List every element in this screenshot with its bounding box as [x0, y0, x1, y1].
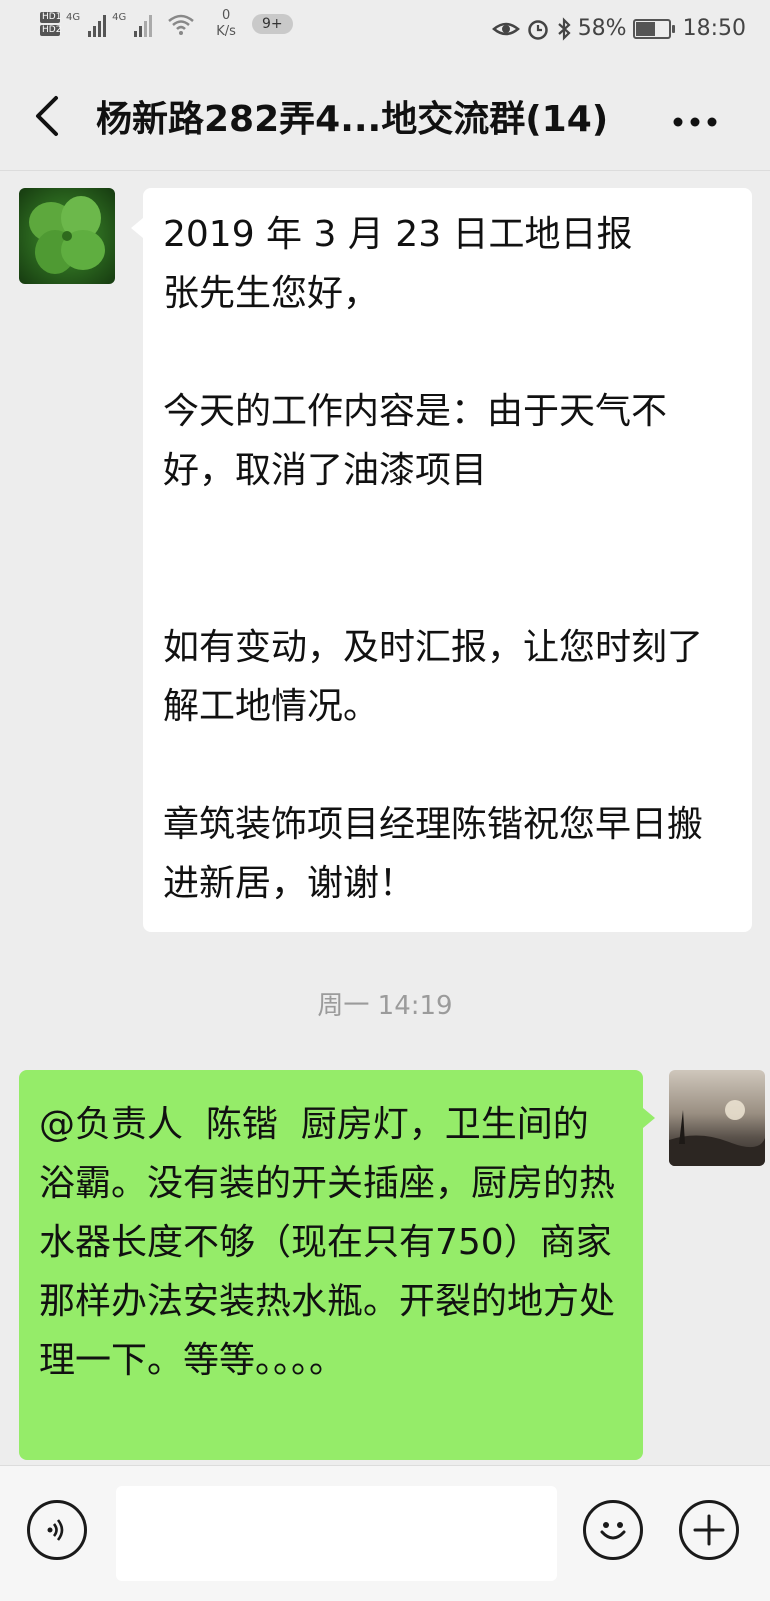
wifi-icon [168, 14, 195, 35]
status-bar: HD1 HD2 4G 4G 0 K/s 9+ 58% 18:50 [0, 0, 770, 60]
net-speed: 0 K/s [216, 8, 236, 40]
eye-icon [491, 22, 520, 35]
emoji-icon [600, 1522, 626, 1540]
hd2-indicator: HD2 [40, 25, 62, 36]
signal1-icon [88, 11, 107, 37]
message-bubble-sent[interactable]: @负责人 陈锴 厨房灯，卫生间的浴霸。没有装的开关插座，厨房的热水器长度不够（现… [19, 1070, 655, 1460]
battery-icon [632, 18, 675, 39]
back-chevron-icon [36, 96, 58, 136]
message-input[interactable] [116, 1486, 557, 1581]
hd-indicators: HD1 HD2 [40, 12, 62, 36]
message-timestamp: 周一 14:19 [317, 991, 453, 1021]
plus-button[interactable] [679, 1500, 739, 1560]
net-speed-value: 0 [221, 8, 231, 23]
plus-icon [693, 1514, 725, 1546]
notification-badge: 9+ [251, 14, 293, 34]
voice-button[interactable] [27, 1500, 87, 1560]
clover-avatar-image [29, 196, 105, 274]
net-speed-unit: K/s [216, 24, 236, 39]
bluetooth-icon [557, 16, 571, 41]
alarm-icon [527, 19, 548, 40]
message-bubble-received[interactable]: 2019 年 3 月 23 日工地日报 张先生您好， 今天的工作内容是：由于天气… [131, 188, 752, 932]
clock-time: 18:50 [682, 16, 746, 41]
back-button[interactable] [28, 90, 68, 140]
more-button[interactable] [672, 96, 718, 137]
signal1-label: 4G [66, 11, 81, 23]
battery-percent: 58% [577, 16, 627, 41]
sender-avatar[interactable] [19, 188, 115, 284]
emoji-button[interactable] [583, 1500, 643, 1560]
hd1-indicator: HD1 [40, 12, 62, 23]
voice-icon [47, 1519, 64, 1541]
signal2-label: 4G [112, 11, 127, 23]
landscape-avatar-image [669, 1100, 765, 1166]
status-right: 58% 18:50 [491, 16, 746, 41]
self-avatar[interactable] [669, 1070, 765, 1166]
signal2-icon [134, 11, 153, 37]
input-bar [0, 1465, 770, 1601]
chat-header: 杨新路282弄4...地交流群(14) [0, 60, 770, 171]
chat-title: 杨新路282弄4...地交流群(14) [96, 99, 609, 140]
status-left: HD1 HD2 4G 4G 0 K/s 9+ [40, 8, 293, 40]
more-dots-icon [673, 117, 717, 127]
